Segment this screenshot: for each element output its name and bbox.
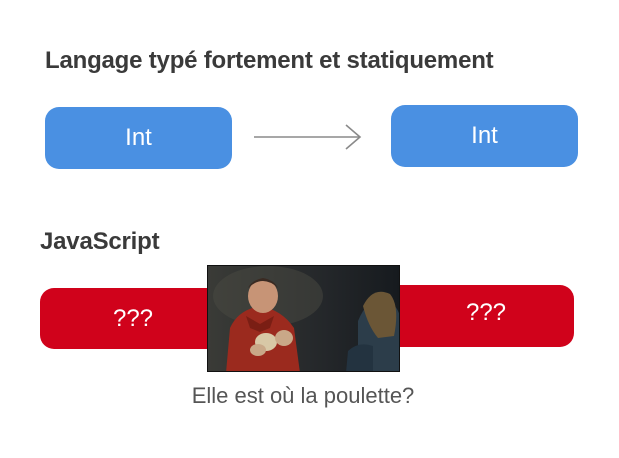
right-arrow-icon [254,124,362,150]
unknown-target-label: ??? [465,299,507,326]
unknown-target-box: ??? [380,285,574,347]
meme-image [207,265,400,372]
target-type-box: Int [391,105,578,167]
unknown-source-label: ??? [112,304,154,332]
source-type-label: Int [125,124,152,151]
static-typing-title: Langage typé fortement et statiquement [45,47,494,74]
target-type-label: Int [471,122,498,149]
javascript-title: JavaScript [40,228,160,255]
source-type-box: Int [45,107,232,169]
meme-scene [208,266,399,371]
meme-caption: Elle est où la poulette? [191,383,415,408]
